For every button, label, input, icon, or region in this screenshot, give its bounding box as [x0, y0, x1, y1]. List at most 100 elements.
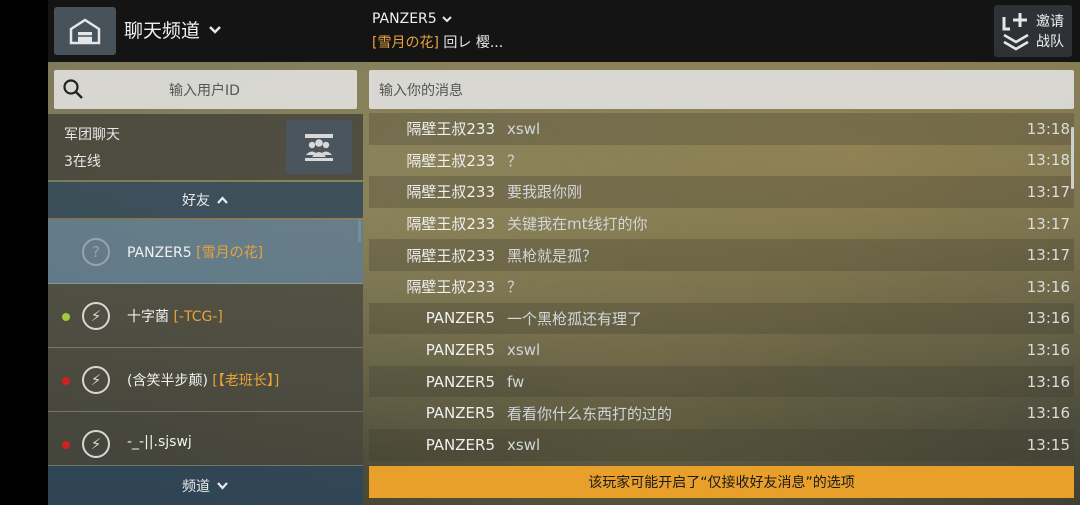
message-row: 隔壁王叔233 黑枪就是孤？ 13:17: [369, 239, 1074, 271]
message-sender[interactable]: PANZER5: [369, 436, 495, 454]
message-time: 13:17: [1026, 182, 1070, 201]
friend-nickname: (含笑半步颠): [127, 373, 213, 389]
message-time: 13:18: [1026, 151, 1070, 170]
friend-nickname: -_-||.sjswj: [127, 434, 192, 450]
chevron-down-icon: [217, 482, 228, 490]
message-sender[interactable]: PANZER5: [369, 341, 495, 359]
contacts-panel: 输入用户ID 军团聊天 3在线 好友 ? PANZER5 [雪月の花] ⚡ 十字菌 […: [48, 62, 363, 505]
user-id-search-input[interactable]: 输入用户ID: [54, 70, 357, 109]
friend-clan-tag: [-TCG-]: [173, 309, 223, 325]
message-text: fw: [507, 372, 525, 391]
message-sender[interactable]: 隔壁王叔233: [369, 150, 495, 171]
message-row: PANZER5 fw 13:16: [369, 365, 1074, 398]
channel-title-dropdown[interactable]: 聊天频道: [124, 16, 222, 43]
message-text: 关键我在mt线打的你: [507, 215, 648, 234]
message-time: 13:17: [1026, 214, 1070, 233]
online-status-dot: [62, 441, 70, 449]
message-list: 隔壁王叔233 xswl 13:18 隔壁王叔233 ？ 13:18 隔壁王叔233 要我跟你…: [369, 113, 1074, 461]
chat-title-dropdown[interactable]: PANZER5: [372, 11, 453, 27]
message-text: 一个黑枪孤还有理了: [507, 309, 643, 328]
message-text: xswl: [507, 435, 541, 454]
message-scrollbar[interactable]: [1071, 127, 1074, 189]
friend-nickname: PANZER5: [127, 245, 197, 261]
friend-name: PANZER5 [雪月の花]: [127, 242, 263, 262]
message-row: PANZER5 一个黑枪孤还有理了 13:16: [369, 302, 1074, 335]
message-sender[interactable]: PANZER5: [369, 309, 495, 327]
lightning-icon: ⚡: [82, 302, 110, 330]
garage-icon: [69, 18, 101, 45]
chat-partner-clan: [雪月の花] 回レ 樱...: [372, 32, 503, 52]
search-placeholder: 输入用户ID: [169, 83, 240, 99]
top-bar: 聊天频道 PANZER5 [雪月の花] 回レ 樱... 邀请 战队: [48, 0, 1080, 62]
message-text: xswl: [507, 340, 541, 359]
message-sender[interactable]: PANZER5: [369, 404, 495, 422]
message-time: 13:17: [1026, 246, 1070, 265]
message-row: 隔壁王叔233 ？ 13:16: [369, 271, 1074, 303]
message-row: PANZER5 看看你什么东西打的过的 13:16: [369, 397, 1074, 429]
friends-only-warning: 该玩家可能开启了“仅接收好友消息”的选项: [369, 466, 1074, 498]
friend-name: (含笑半步颠) [【老班长】]: [127, 370, 279, 390]
chat-partner-clan-rest: 回レ 樱...: [438, 35, 504, 51]
friend-item[interactable]: ⚡ -_-||.sjswj: [48, 412, 363, 466]
message-sender[interactable]: 隔壁王叔233: [369, 118, 495, 139]
friend-clan-tag: [【老班长】]: [212, 373, 280, 389]
message-input[interactable]: 输入你的消息: [369, 70, 1074, 109]
friend-clan-tag: [雪月の花]: [196, 245, 264, 261]
message-text: 要我跟你刚: [507, 183, 583, 202]
friend-item[interactable]: ⚡ (含笑半步颠) [【老班长】]: [48, 348, 363, 412]
message-time: 13:16: [1026, 340, 1070, 359]
message-row: 隔壁王叔233 关键我在mt线打的你 13:17: [369, 208, 1074, 240]
legion-chat-button[interactable]: [286, 120, 352, 174]
channel-title: 聊天频道: [124, 20, 201, 42]
message-row: 隔壁王叔233 xswl 13:18: [369, 113, 1074, 145]
invite-platoon-button[interactable]: 邀请 战队: [994, 5, 1072, 57]
message-text: ？: [507, 151, 523, 170]
message-sender[interactable]: PANZER5: [369, 373, 495, 391]
channel-button-label: 频道: [182, 478, 210, 495]
search-icon: [63, 79, 83, 99]
chat-partner-tag: [雪月の花]: [372, 35, 439, 51]
message-row: 隔壁王叔233 ？ 13:18: [369, 145, 1074, 177]
online-status-dot: [62, 377, 70, 385]
screen-edge: [0, 0, 48, 505]
legion-online-count: 3在线: [64, 154, 101, 170]
legion-chat-title: 军团聊天: [64, 127, 120, 143]
lightning-icon: ⚡: [82, 430, 110, 458]
invite-label: 邀请 战队: [1036, 14, 1064, 50]
online-status-dot: [62, 313, 70, 321]
message-input-placeholder: 输入你的消息: [379, 83, 463, 99]
message-sender[interactable]: 隔壁王叔233: [369, 213, 495, 234]
chevron-down-icon: [209, 25, 221, 34]
lightning-icon: ⚡: [82, 366, 110, 394]
message-text: ？: [507, 278, 523, 297]
channels-section-toggle[interactable]: 频道: [48, 466, 363, 505]
message-row: 隔壁王叔233 要我跟你刚 13:17: [369, 176, 1074, 208]
garage-home-button[interactable]: [54, 7, 116, 55]
message-time: 13:16: [1026, 309, 1070, 328]
group-icon: [305, 134, 333, 161]
message-time: 13:16: [1026, 277, 1070, 296]
message-text: 看看你什么东西打的过的: [507, 404, 673, 423]
friend-name: 十字菌 [-TCG-]: [127, 306, 223, 326]
warning-text: 该玩家可能开启了“仅接收好友消息”的选项: [588, 475, 855, 491]
friend-item[interactable]: ⚡ 十字菌 [-TCG-]: [48, 284, 363, 348]
message-text: 黑枪就是孤？: [507, 246, 598, 265]
message-sender[interactable]: 隔壁王叔233: [369, 276, 495, 297]
message-row: PANZER5 xswl 13:16: [369, 334, 1074, 366]
question-icon: ?: [82, 238, 110, 266]
message-row: PANZER5 xswl 13:15: [369, 428, 1074, 461]
friend-nickname: 十字菌: [127, 309, 174, 325]
message-time: 13:18: [1026, 119, 1070, 138]
message-time: 13:16: [1026, 404, 1070, 423]
message-text: xswl: [507, 119, 541, 138]
chevron-up-icon: [217, 195, 228, 204]
message-time: 13:15: [1026, 435, 1070, 454]
chevron-down-icon: [441, 15, 452, 22]
chat-partner-name: PANZER5: [372, 11, 437, 27]
message-sender[interactable]: 隔壁王叔233: [369, 245, 495, 266]
friends-section-toggle[interactable]: 好友: [48, 182, 363, 218]
legion-chat-row[interactable]: 军团聊天 3在线: [48, 114, 363, 180]
friend-item[interactable]: ? PANZER5 [雪月の花]: [48, 220, 363, 284]
invite-squad-icon: [1002, 13, 1029, 51]
message-sender[interactable]: 隔壁王叔233: [369, 181, 495, 202]
